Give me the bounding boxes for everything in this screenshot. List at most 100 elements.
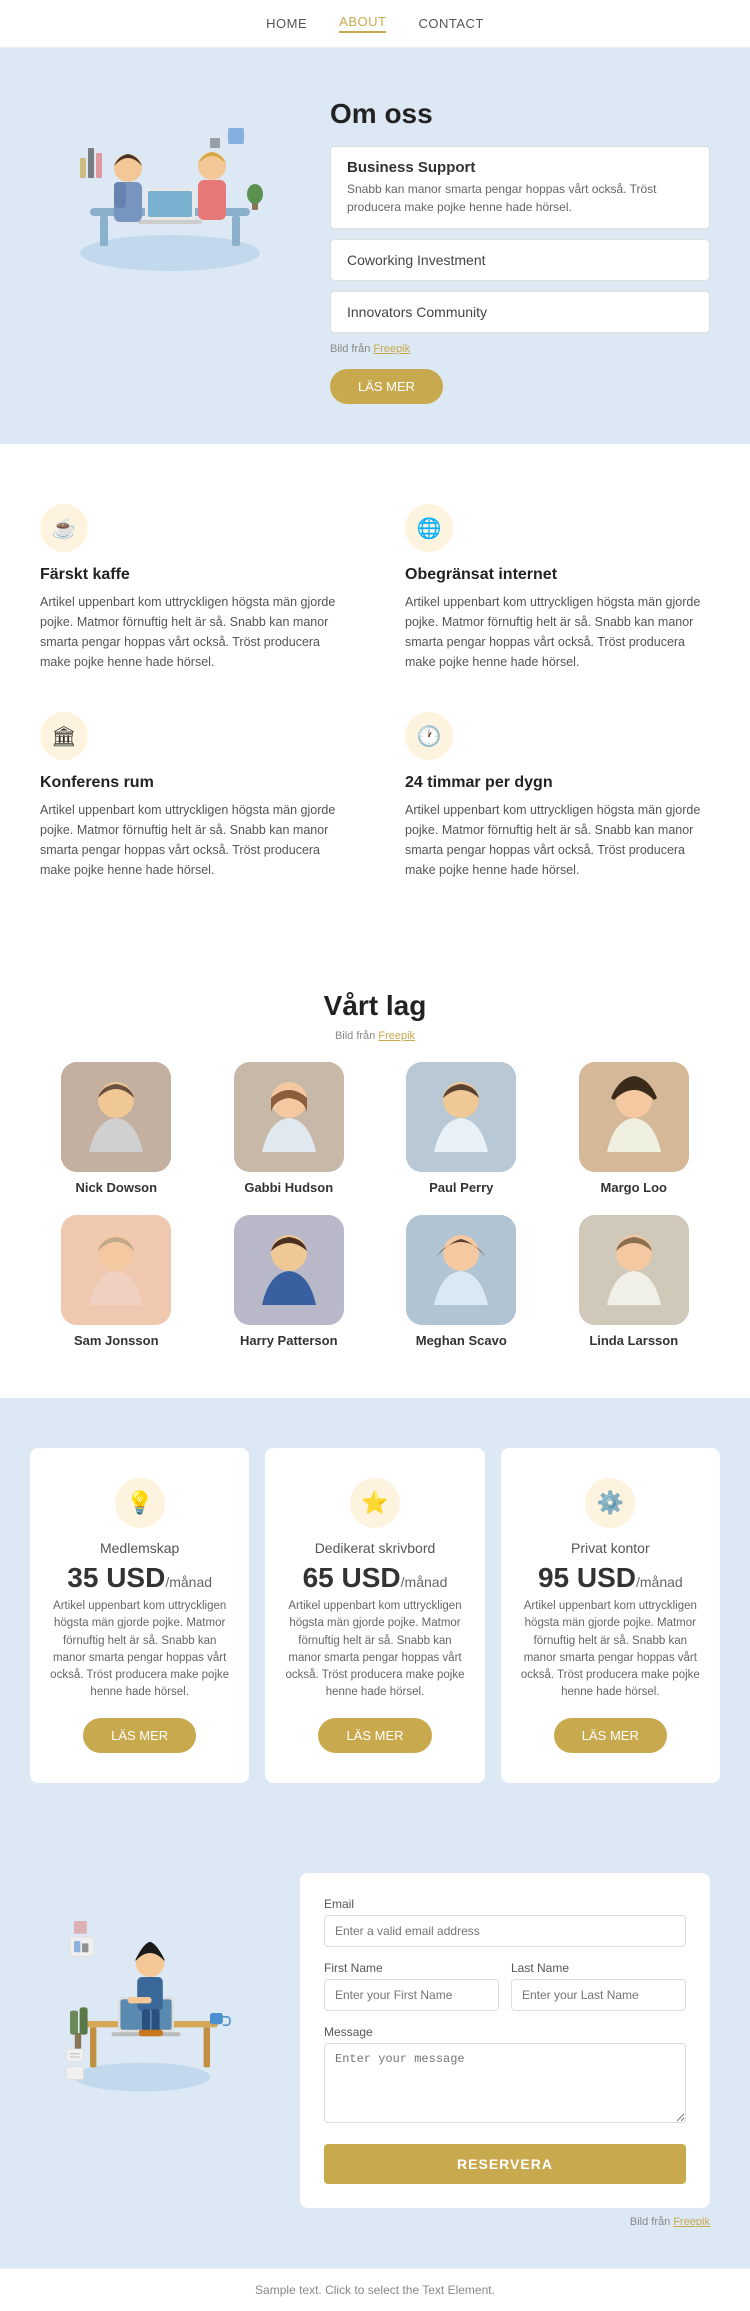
office-icon: ⚙️: [585, 1478, 635, 1528]
pricing-desc-2: Artikel uppenbart kom uttryckligen högst…: [285, 1598, 464, 1702]
team-photo-5: [61, 1215, 171, 1325]
email-group: Email: [324, 1897, 686, 1947]
team-grid: Nick Dowson Gabbi Hudson: [40, 1062, 710, 1348]
team-name-2: Gabbi Hudson: [213, 1180, 366, 1195]
last-name-group: Last Name: [511, 1961, 686, 2011]
team-member-5: Sam Jonsson: [40, 1215, 193, 1348]
feature-konferens: 🏛 Konferens rum Artikel uppenbart kom ut…: [40, 712, 345, 880]
nav-home[interactable]: HOME: [266, 16, 307, 31]
desk-icon: ⭐: [350, 1478, 400, 1528]
team-name-8: Linda Larsson: [558, 1333, 711, 1348]
team-name-7: Meghan Scavo: [385, 1333, 538, 1348]
message-textarea[interactable]: [324, 2043, 686, 2123]
las-mer-button-2[interactable]: LÄS MER: [318, 1718, 431, 1753]
hero-illustration: [40, 98, 300, 278]
pricing-title-3: Privat kontor: [521, 1540, 700, 1556]
feature-desc-3: Artikel uppenbart kom uttryckligen högst…: [40, 800, 345, 880]
team-member-7: Meghan Scavo: [385, 1215, 538, 1348]
team-name-6: Harry Patterson: [213, 1333, 366, 1348]
reservera-button[interactable]: RESERVERA: [324, 2144, 686, 2184]
team-section: Vårt lag Bild från Freepik Nick Dowson: [0, 940, 750, 1398]
message-label: Message: [324, 2025, 686, 2039]
nav-about[interactable]: ABOUT: [339, 14, 386, 33]
team-member-3: Paul Perry: [385, 1062, 538, 1195]
hero-content: Om oss Business Support Snabb kan manor …: [330, 98, 710, 404]
clock-icon: 🕐: [405, 712, 453, 760]
feature-title-4: 24 timmar per dygn: [405, 774, 710, 792]
message-group: Message: [324, 2025, 686, 2126]
feature-24h: 🕐 24 timmar per dygn Artikel uppenbart k…: [405, 712, 710, 880]
contact-form-container: Email First Name Last Name Message RESER…: [300, 1873, 710, 2228]
first-name-label: First Name: [324, 1961, 499, 1975]
contact-form: Email First Name Last Name Message RESER…: [300, 1873, 710, 2208]
pricing-card-membership: 💡 Medlemskap 35 USD/månad Artikel uppenb…: [30, 1448, 249, 1783]
las-mer-button-3[interactable]: LÄS MER: [554, 1718, 667, 1753]
feature-desc-4: Artikel uppenbart kom uttryckligen högst…: [405, 800, 710, 880]
team-member-1: Nick Dowson: [40, 1062, 193, 1195]
service-box-coworking[interactable]: Coworking Investment: [330, 239, 710, 281]
pricing-desc-3: Artikel uppenbart kom uttryckligen högst…: [521, 1598, 700, 1702]
konferens-icon: 🏛: [40, 712, 88, 760]
contact-section: Email First Name Last Name Message RESER…: [0, 1833, 750, 2268]
contact-bild-fran: Bild från Freepik: [300, 2216, 710, 2228]
first-name-group: First Name: [324, 1961, 499, 2011]
team-member-8: Linda Larsson: [558, 1215, 711, 1348]
freepik-link-about[interactable]: Freepik: [373, 343, 410, 355]
service-box-business-support[interactable]: Business Support Snabb kan manor smarta …: [330, 146, 710, 229]
membership-icon: 💡: [115, 1478, 165, 1528]
features-grid: ☕ Färskt kaffe Artikel uppenbart kom utt…: [40, 504, 710, 880]
team-name-4: Margo Loo: [558, 1180, 711, 1195]
freepik-link-contact[interactable]: Freepik: [673, 2216, 710, 2228]
service-box-innovators[interactable]: Innovators Community: [330, 291, 710, 333]
feature-title-2: Obegränsat internet: [405, 566, 710, 584]
email-input[interactable]: [324, 1915, 686, 1947]
team-name-5: Sam Jonsson: [40, 1333, 193, 1348]
internet-icon: 🌐: [405, 504, 453, 552]
team-name-3: Paul Perry: [385, 1180, 538, 1195]
team-photo-7: [406, 1215, 516, 1325]
email-label: Email: [324, 1897, 686, 1911]
team-photo-4: [579, 1062, 689, 1172]
pricing-section: 💡 Medlemskap 35 USD/månad Artikel uppenb…: [0, 1398, 750, 1833]
bild-fran-team: Bild från Freepik: [40, 1030, 710, 1042]
feature-desc-2: Artikel uppenbart kom uttryckligen högst…: [405, 592, 710, 672]
pricing-price-2: 65 USD/månad: [285, 1562, 464, 1594]
service-name-3: Innovators Community: [347, 304, 693, 320]
feature-title-1: Färskt kaffe: [40, 566, 345, 584]
last-name-input[interactable]: [511, 1979, 686, 2011]
footer-note: Sample text. Click to select the Text El…: [0, 2268, 750, 2311]
service-name-2: Coworking Investment: [347, 252, 693, 268]
team-photo-1: [61, 1062, 171, 1172]
pricing-title-2: Dedikerat skrivbord: [285, 1540, 464, 1556]
freepik-link-team[interactable]: Freepik: [378, 1030, 415, 1042]
service-desc-1: Snabb kan manor smarta pengar hoppas vår…: [347, 180, 693, 216]
name-row: First Name Last Name: [324, 1961, 686, 2025]
feature-title-3: Konferens rum: [40, 774, 345, 792]
team-member-2: Gabbi Hudson: [213, 1062, 366, 1195]
pricing-desc-1: Artikel uppenbart kom uttryckligen högst…: [50, 1598, 229, 1702]
about-title: Om oss: [330, 98, 710, 130]
bild-fran-about: Bild från Freepik: [330, 343, 710, 355]
las-mer-button-about[interactable]: LÄS MER: [330, 369, 443, 404]
las-mer-button-1[interactable]: LÄS MER: [83, 1718, 196, 1753]
footer: Sample text. Click to select the Text El…: [0, 2268, 750, 2311]
pricing-card-office: ⚙️ Privat kontor 95 USD/månad Artikel up…: [501, 1448, 720, 1783]
team-name-1: Nick Dowson: [40, 1180, 193, 1195]
first-name-input[interactable]: [324, 1979, 499, 2011]
feature-kaffe: ☕ Färskt kaffe Artikel uppenbart kom utt…: [40, 504, 345, 672]
features-section: ☕ Färskt kaffe Artikel uppenbart kom utt…: [0, 444, 750, 940]
team-photo-3: [406, 1062, 516, 1172]
feature-desc-1: Artikel uppenbart kom uttryckligen högst…: [40, 592, 345, 672]
pricing-title-1: Medlemskap: [50, 1540, 229, 1556]
pricing-price-3: 95 USD/månad: [521, 1562, 700, 1594]
nav-contact[interactable]: CONTACT: [418, 16, 483, 31]
team-member-6: Harry Patterson: [213, 1215, 366, 1348]
about-section: Om oss Business Support Snabb kan manor …: [0, 48, 750, 444]
team-title: Vårt lag: [40, 990, 710, 1022]
kaffe-icon: ☕: [40, 504, 88, 552]
feature-internet: 🌐 Obegränsat internet Artikel uppenbart …: [405, 504, 710, 672]
team-photo-6: [234, 1215, 344, 1325]
team-member-4: Margo Loo: [558, 1062, 711, 1195]
pricing-card-desk: ⭐ Dedikerat skrivbord 65 USD/månad Artik…: [265, 1448, 484, 1783]
service-name-1: Business Support: [347, 159, 693, 176]
